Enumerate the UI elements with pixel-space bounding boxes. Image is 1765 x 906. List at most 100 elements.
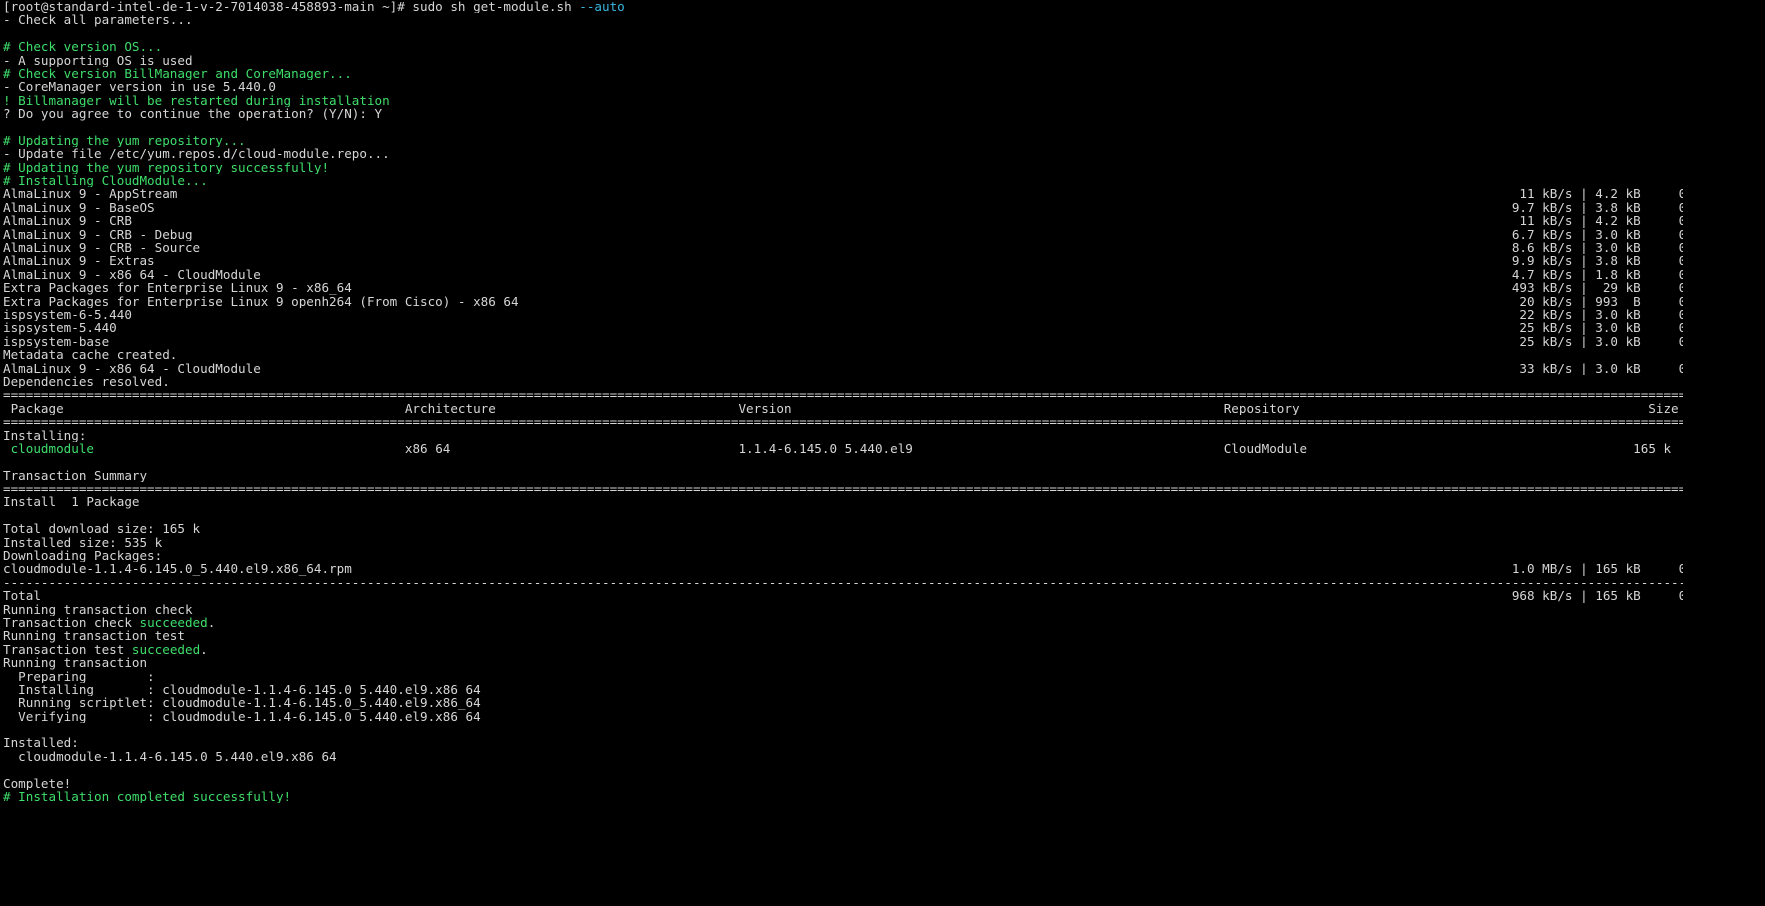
terminal-text: Extra Packages for Enterprise Linux 9 op… xyxy=(3,294,1683,308)
terminal-line: ? Do you agree to continue the operation… xyxy=(3,107,1683,120)
terminal-text: cloudmodule xyxy=(10,441,94,456)
terminal-text: ? Do you agree to continue the operation… xyxy=(3,107,383,121)
terminal-line: Extra Packages for Enterprise Linux 9 - … xyxy=(3,281,1683,294)
terminal-text: ispsystem-6-5.440 22 kB/s | 3.0 kB 00:00 xyxy=(3,307,1683,322)
terminal-text: AlmaLinux 9 - x86_64 - CloudModule 33 kB… xyxy=(3,361,1683,375)
terminal-text: AlmaLinux 9 - x86_64 - CloudModule 4.7 k… xyxy=(3,267,1683,282)
terminal-text: # Installation completed successfully! xyxy=(3,790,292,804)
terminal-line: ispsystem-base 25 kB/s | 3.0 kB 00:00 xyxy=(3,335,1683,348)
terminal-line: Running transaction test xyxy=(3,629,1683,642)
terminal-text: # Updating the yum repository... xyxy=(3,133,246,148)
terminal-line: ========================================… xyxy=(3,482,1683,495)
terminal-text: x86_64 1.1.4-6.145.0_5.440.el9 CloudModu… xyxy=(94,441,1672,456)
terminal-text: --auto xyxy=(579,0,625,14)
terminal-text: - Update file /etc/yum.repos.d/cloud-mod… xyxy=(3,147,390,161)
terminal-text: Extra Packages for Enterprise Linux 9 - … xyxy=(3,281,1683,295)
terminal-text: ispsystem-5.440 25 kB/s | 3.0 kB 00:00 xyxy=(3,321,1683,335)
terminal-text: cloudmodule-1.1.4-6.145.0_5.440.el9.x86_… xyxy=(3,562,1683,576)
terminal-text: . xyxy=(200,642,208,657)
terminal-line: # Check version BillManager and CoreMana… xyxy=(3,67,1683,80)
terminal-text: [root@standard-intel-de-1-v-2-7014038-45… xyxy=(3,0,580,14)
terminal-text: Running transaction check xyxy=(3,602,193,616)
terminal-text: # Installing CloudModule... xyxy=(3,174,208,188)
terminal-line: AlmaLinux 9 - x86_64 - CloudModule 4.7 k… xyxy=(3,268,1683,281)
terminal-line: Running transaction check xyxy=(3,603,1683,616)
terminal-line: [root@standard-intel-de-1-v-2-7014038-45… xyxy=(3,0,1683,13)
terminal-text: Installed size: 535 k xyxy=(3,535,163,550)
terminal-output[interactable]: [root@standard-intel-de-1-v-2-7014038-45… xyxy=(3,0,1683,906)
terminal-text: Installing : cloudmodule-1.1.4-6.145.0_5… xyxy=(3,682,1683,697)
terminal-line: # Installation completed successfully! xyxy=(3,790,1683,803)
terminal-text: Total download size: 165 k xyxy=(3,522,201,536)
terminal-text: cloudmodule-1.1.4-6.145.0_5.440.el9.x86_… xyxy=(3,749,337,764)
terminal-line: Complete! xyxy=(3,777,1683,790)
terminal-text: Install 1 Package xyxy=(3,495,140,509)
terminal-text: AlmaLinux 9 - Extras 9.9 kB/s | 3.8 kB 0… xyxy=(3,254,1683,268)
terminal-line: cloudmodule-1.1.4-6.145.0_5.440.el9.x86_… xyxy=(3,750,1683,763)
terminal-line: Total download size: 165 k xyxy=(3,522,1683,535)
terminal-line: # Check version OS... xyxy=(3,40,1683,53)
terminal-line: - Update file /etc/yum.repos.d/cloud-mod… xyxy=(3,147,1683,160)
terminal-line: # Updating the yum repository... xyxy=(3,134,1683,147)
terminal-text: Transaction check xyxy=(3,615,140,630)
terminal-line: ispsystem-5.440 25 kB/s | 3.0 kB 00:00 xyxy=(3,321,1683,334)
terminal-line: AlmaLinux 9 - CRB - Debug 6.7 kB/s | 3.0… xyxy=(3,228,1683,241)
terminal-line: Transaction check succeeded. xyxy=(3,616,1683,629)
terminal-text: Installing: xyxy=(3,428,87,442)
terminal-line: AlmaLinux 9 - Extras 9.9 kB/s | 3.8 kB 0… xyxy=(3,254,1683,267)
terminal-text: . xyxy=(207,615,216,630)
terminal-text: AlmaLinux 9 - CRB - Debug 6.7 kB/s | 3.0… xyxy=(3,227,1683,242)
terminal-line: AlmaLinux 9 - CRB 11 kB/s | 4.2 kB 00:00 xyxy=(3,214,1683,227)
terminal-text: Running transaction test xyxy=(3,629,185,643)
terminal-text: Running transaction xyxy=(3,656,148,670)
terminal-line: Total 968 kB/s | 165 kB 00:00 xyxy=(3,589,1683,602)
terminal-line: - Check all parameters... xyxy=(3,13,1683,26)
terminal-line: Verifying : cloudmodule-1.1.4-6.145.0_5.… xyxy=(3,710,1683,723)
terminal-text: ========================================… xyxy=(3,482,1683,496)
terminal-line: Running transaction xyxy=(3,656,1683,669)
terminal-text: Dependencies resolved. xyxy=(3,374,170,389)
terminal-text: # Check version OS... xyxy=(3,40,163,54)
terminal-line: cloudmodule-1.1.4-6.145.0_5.440.el9.x86_… xyxy=(3,562,1683,575)
terminal-text: ispsystem-base 25 kB/s | 3.0 kB 00:00 xyxy=(3,334,1683,349)
terminal-text: ----------------------------------------… xyxy=(3,575,1683,590)
terminal-text: # Check version BillManager and CoreMana… xyxy=(3,66,352,81)
terminal-line: cloudmodule x86_64 1.1.4-6.145.0_5.440.e… xyxy=(3,442,1683,455)
terminal-text: - A supporting OS is used xyxy=(3,53,193,67)
terminal-text: Complete! xyxy=(3,776,72,791)
terminal-line: Installing : cloudmodule-1.1.4-6.145.0_5… xyxy=(3,683,1683,696)
terminal-line: Installed: xyxy=(3,736,1683,749)
terminal-text: AlmaLinux 9 - CRB - Source 8.6 kB/s | 3.… xyxy=(3,241,1683,255)
terminal-text: ! Billmanager will be restarted during i… xyxy=(3,93,390,108)
terminal-line: AlmaLinux 9 - x86_64 - CloudModule 33 kB… xyxy=(3,362,1683,375)
terminal-text: - Check all parameters... xyxy=(3,13,193,27)
terminal-line: Transaction Summary xyxy=(3,469,1683,482)
terminal-text: # Updating the yum repository successful… xyxy=(3,160,330,175)
terminal-text: Running scriptlet: cloudmodule-1.1.4-6.1… xyxy=(3,696,1683,710)
terminal-text: Package Architecture Version Repository xyxy=(3,401,1679,416)
terminal-text: Transaction test xyxy=(3,642,132,657)
terminal-line: AlmaLinux 9 - BaseOS 9.7 kB/s | 3.8 kB 0… xyxy=(3,201,1683,214)
terminal-text: - CoreManager version in use 5.440.0 xyxy=(3,80,276,94)
terminal-line: - CoreManager version in use 5.440.0 xyxy=(3,80,1683,93)
terminal-text: AlmaLinux 9 - BaseOS 9.7 kB/s | 3.8 kB 0… xyxy=(3,200,1683,215)
terminal-line: ----------------------------------------… xyxy=(3,576,1683,589)
terminal-text: succeeded xyxy=(131,642,201,657)
terminal-line: Installing: xyxy=(3,429,1683,442)
terminal-text: Installed: xyxy=(3,736,79,750)
terminal-line: Transaction test succeeded. xyxy=(3,643,1683,656)
terminal-text: Transaction Summary xyxy=(3,468,148,483)
terminal-line: ispsystem-6-5.440 22 kB/s | 3.0 kB 00:00 xyxy=(3,308,1683,321)
terminal-lines: [root@standard-intel-de-1-v-2-7014038-45… xyxy=(3,0,1683,803)
terminal-line: # Updating the yum repository successful… xyxy=(3,161,1683,174)
terminal-text: AlmaLinux 9 - AppStream 11 kB/s | 4.2 kB… xyxy=(3,187,1683,201)
terminal-line: Downloading Packages: xyxy=(3,549,1683,562)
terminal-text: ========================================… xyxy=(3,415,1683,429)
